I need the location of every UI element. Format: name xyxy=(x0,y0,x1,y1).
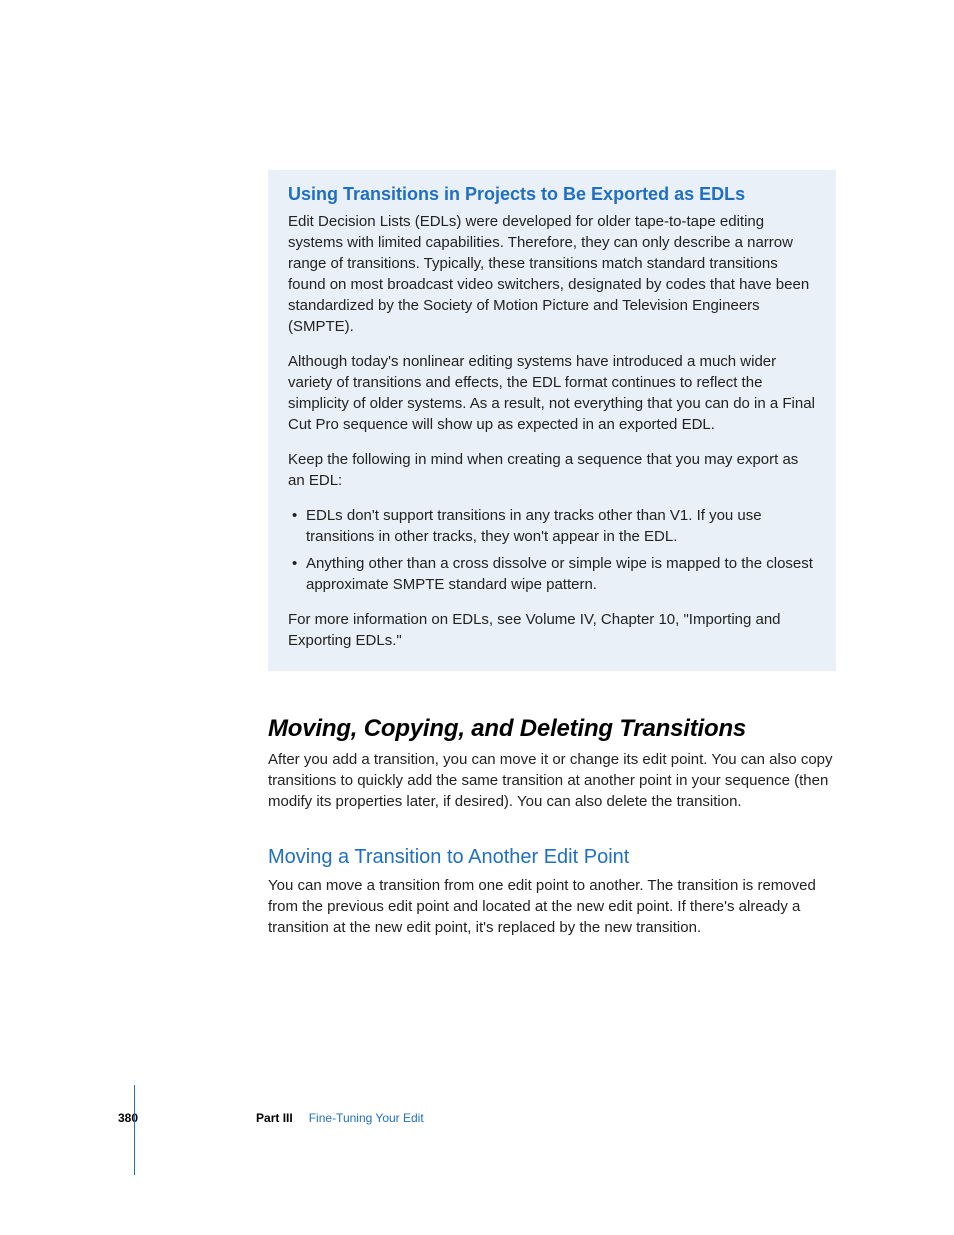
callout-paragraph-1: Edit Decision Lists (EDLs) were develope… xyxy=(288,211,816,337)
list-item: Anything other than a cross dissolve or … xyxy=(288,553,816,595)
callout-box: Using Transitions in Projects to Be Expo… xyxy=(268,170,836,671)
page-footer: 380 Part III Fine-Tuning Your Edit xyxy=(118,1111,424,1125)
section-heading: Moving, Copying, and Deleting Transition… xyxy=(268,715,836,743)
callout-paragraph-4: For more information on EDLs, see Volume… xyxy=(288,609,816,651)
sub-heading: Moving a Transition to Another Edit Poin… xyxy=(268,846,836,869)
part-label: Part III xyxy=(256,1111,293,1125)
chapter-name: Fine-Tuning Your Edit xyxy=(309,1111,424,1125)
callout-paragraph-2: Although today's nonlinear editing syste… xyxy=(288,351,816,435)
left-rule-decoration xyxy=(134,1085,135,1175)
section-paragraph-2: You can move a transition from one edit … xyxy=(268,875,836,938)
callout-bullet-list: EDLs don't support transitions in any tr… xyxy=(288,505,816,595)
page-number: 380 xyxy=(118,1111,138,1125)
list-item: EDLs don't support transitions in any tr… xyxy=(288,505,816,547)
section-paragraph-1: After you add a transition, you can move… xyxy=(268,749,836,812)
main-content: Moving, Copying, and Deleting Transition… xyxy=(268,715,836,938)
callout-heading: Using Transitions in Projects to Be Expo… xyxy=(288,184,816,205)
callout-paragraph-3: Keep the following in mind when creating… xyxy=(288,449,816,491)
page-container: Using Transitions in Projects to Be Expo… xyxy=(0,0,954,938)
